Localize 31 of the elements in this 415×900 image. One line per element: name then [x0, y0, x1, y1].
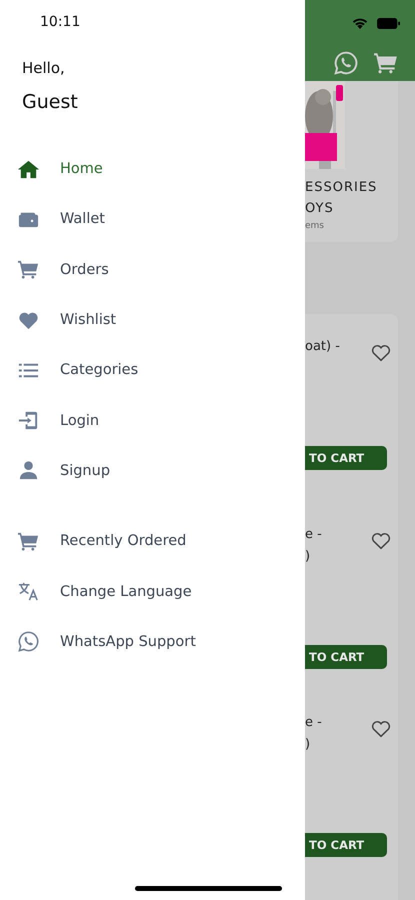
wifi-icon — [351, 16, 369, 30]
battery-icon — [377, 18, 401, 28]
product-title: e - ) — [305, 714, 322, 754]
product-title: e - ) — [305, 526, 322, 566]
greeting-text: Hello, — [22, 59, 65, 77]
menu-item[interactable]: Change Language — [0, 566, 305, 617]
add-to-cart-button[interactable]: TO CART — [305, 833, 387, 857]
menu-item[interactable]: Signup — [0, 446, 305, 496]
add-to-cart-button[interactable]: TO CART — [305, 446, 387, 470]
product-title: oat) - — [305, 338, 340, 356]
menu-item[interactable]: Recently Ordered — [0, 516, 305, 566]
category-title: ESSORIES OYS — [305, 179, 378, 218]
category-count: ems — [305, 221, 324, 232]
heart-icon[interactable] — [370, 342, 392, 364]
menu-item[interactable]: Wishlist — [0, 294, 305, 346]
menu-item[interactable]: Orders — [0, 244, 305, 295]
heart-icon[interactable] — [370, 530, 392, 552]
menu-item[interactable]: Login — [0, 395, 305, 446]
whatsapp-icon — [17, 630, 40, 654]
whatsapp-icon[interactable] — [333, 50, 359, 76]
menu-item[interactable]: Wallet — [0, 194, 305, 245]
menu-item[interactable]: WhatsApp Support — [0, 616, 305, 667]
cart-icon — [17, 258, 40, 282]
add-to-cart-button[interactable]: TO CART — [305, 645, 387, 669]
menu-item[interactable]: Categories — [0, 345, 305, 396]
user-name: Guest — [22, 91, 78, 113]
menu-item[interactable]: Home — [0, 144, 305, 194]
status-time: 10:11 — [40, 14, 80, 30]
translate-icon — [17, 580, 40, 604]
category-card[interactable]: ESSORIES OYS ems — [305, 81, 398, 242]
heart-icon[interactable] — [370, 718, 392, 740]
